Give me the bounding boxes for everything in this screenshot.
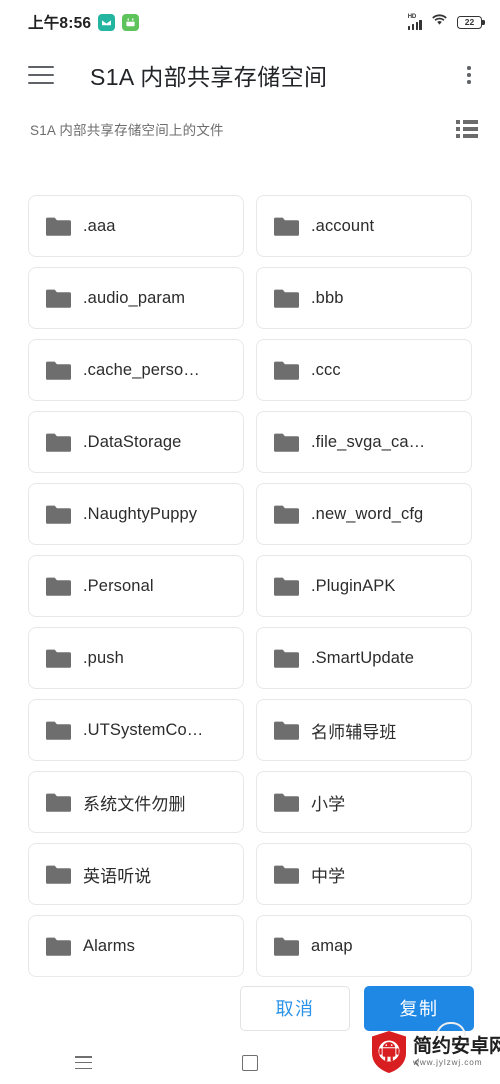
file-card[interactable]: 小学 xyxy=(256,771,472,833)
app-bar: S1A 内部共享存储空间 xyxy=(0,44,500,106)
file-card[interactable]: .UTSystemCo… xyxy=(28,699,244,761)
action-bar: 取消 复制 xyxy=(0,975,500,1041)
status-bar-right: HD 22 xyxy=(407,13,485,31)
file-card[interactable]: .audio_param xyxy=(28,267,244,329)
folder-icon xyxy=(273,792,299,813)
copy-button[interactable]: 复制 xyxy=(364,985,474,1031)
folder-icon xyxy=(45,432,71,453)
file-card[interactable]: .account xyxy=(256,195,472,257)
file-card[interactable]: 系统文件勿删 xyxy=(28,771,244,833)
calendar-app-icon xyxy=(122,13,140,31)
folder-icon xyxy=(273,360,299,381)
folder-icon xyxy=(273,720,299,741)
folder-icon xyxy=(273,216,299,237)
folder-icon xyxy=(45,504,71,525)
file-card[interactable]: .new_word_cfg xyxy=(256,483,472,545)
cellular-signal-icon: HD xyxy=(407,13,422,30)
file-name: 小学 xyxy=(311,794,346,814)
folder-icon xyxy=(273,648,299,669)
breadcrumb: S1A 内部共享存储空间上的文件 xyxy=(30,123,224,138)
file-card[interactable]: 中学 xyxy=(256,843,472,905)
file-card[interactable]: .file_svga_ca… xyxy=(256,411,472,473)
file-name: .new_word_cfg xyxy=(311,504,424,523)
folder-icon xyxy=(45,576,71,597)
file-name: .PluginAPK xyxy=(311,576,396,595)
subtitle-row: S1A 内部共享存储空间上的文件 xyxy=(0,106,500,152)
folder-icon xyxy=(273,864,299,885)
folder-icon xyxy=(45,792,71,813)
folder-icon xyxy=(45,216,71,237)
hd-label: HD xyxy=(407,13,417,20)
file-name: 英语听说 xyxy=(83,866,152,886)
folder-icon xyxy=(273,504,299,525)
file-card[interactable]: .aaa xyxy=(28,195,244,257)
battery-level: 22 xyxy=(464,16,475,27)
file-card[interactable]: 名师辅导班 xyxy=(256,699,472,761)
file-grid: .aaa .account .audio_param .bbb .cache_perso… xyxy=(0,195,500,977)
folder-icon xyxy=(273,936,299,957)
wifi-icon xyxy=(431,13,448,31)
folder-icon xyxy=(45,648,71,669)
list-view-icon[interactable] xyxy=(456,120,478,138)
back-button[interactable]: ‹ xyxy=(333,1041,500,1084)
file-name: .push xyxy=(83,648,124,667)
file-name: .UTSystemCo… xyxy=(83,720,204,739)
file-name: .NaughtyPuppy xyxy=(83,504,198,523)
file-name: Alarms xyxy=(83,936,135,955)
file-card[interactable]: .DataStorage xyxy=(28,411,244,473)
system-navigation-bar: ‹ xyxy=(0,1041,500,1084)
home-button[interactable] xyxy=(167,1041,334,1084)
file-list-scroll-area[interactable]: .aaa .account .audio_param .bbb .cache_perso… xyxy=(0,195,500,986)
folder-icon xyxy=(45,720,71,741)
file-card[interactable]: .ccc xyxy=(256,339,472,401)
folder-icon xyxy=(45,288,71,309)
file-card[interactable]: .NaughtyPuppy xyxy=(28,483,244,545)
file-name: .ccc xyxy=(311,360,341,379)
file-card[interactable]: amap xyxy=(256,915,472,977)
file-name: .DataStorage xyxy=(83,432,182,451)
battery-icon: 22 xyxy=(457,15,485,29)
cancel-button[interactable]: 取消 xyxy=(240,985,350,1031)
file-name: .bbb xyxy=(311,288,344,307)
file-name: .audio_param xyxy=(83,288,186,307)
folder-icon xyxy=(45,360,71,381)
folder-icon xyxy=(273,288,299,309)
file-card[interactable]: 英语听说 xyxy=(28,843,244,905)
file-card[interactable]: .PluginAPK xyxy=(256,555,472,617)
file-name: .Personal xyxy=(83,576,154,595)
folder-icon xyxy=(273,432,299,453)
folder-icon xyxy=(273,576,299,597)
file-card[interactable]: .Personal xyxy=(28,555,244,617)
file-card[interactable]: .SmartUpdate xyxy=(256,627,472,689)
recents-button[interactable] xyxy=(0,1041,167,1084)
file-name: 中学 xyxy=(311,866,346,886)
file-name: .aaa xyxy=(83,216,116,235)
mail-app-icon xyxy=(98,13,116,31)
file-card[interactable]: .push xyxy=(28,627,244,689)
back-icon: ‹ xyxy=(412,1051,421,1073)
file-name: 名师辅导班 xyxy=(311,722,397,742)
folder-icon xyxy=(45,864,71,885)
file-name: .cache_perso… xyxy=(83,360,200,379)
folder-icon xyxy=(45,936,71,957)
home-icon xyxy=(242,1054,258,1071)
file-name: amap xyxy=(311,936,353,955)
file-name: 系统文件勿删 xyxy=(83,794,186,814)
file-name: .file_svga_ca… xyxy=(311,432,426,451)
status-bar-left: 上午8:56 xyxy=(28,11,140,33)
file-card[interactable]: .bbb xyxy=(256,267,472,329)
overflow-menu-icon[interactable] xyxy=(458,64,480,86)
status-time: 上午8:56 xyxy=(28,15,92,32)
signal-bars xyxy=(407,19,422,30)
file-name: .SmartUpdate xyxy=(311,648,414,667)
file-card[interactable]: Alarms xyxy=(28,915,244,977)
status-bar: 上午8:56 HD 22 xyxy=(0,0,500,44)
page-title: S1A 内部共享存储空间 xyxy=(90,64,328,90)
recents-icon xyxy=(74,1056,92,1069)
file-name: .account xyxy=(311,216,375,235)
file-card[interactable]: .cache_perso… xyxy=(28,339,244,401)
hamburger-menu-icon[interactable] xyxy=(28,66,54,84)
phone-screen: 上午8:56 HD 22 S1A 内部共享存储空间 S1A 内部共享存储空间上的… xyxy=(0,0,500,1084)
